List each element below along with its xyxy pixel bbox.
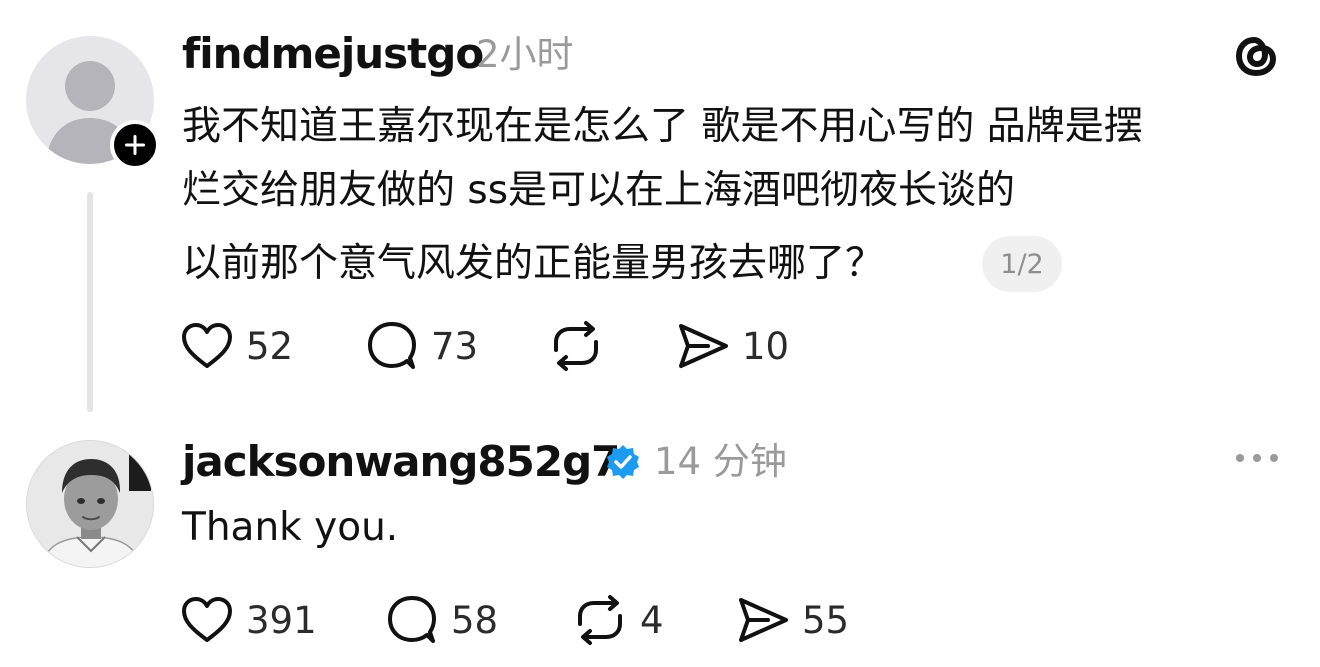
reply-count: 58 [451,598,499,642]
follow-button[interactable] [110,120,160,170]
post-time: 2小时 [476,33,574,76]
like-button[interactable]: 52 [180,318,293,374]
like-count: 391 [246,598,317,642]
page-indicator[interactable]: 1/2 [982,236,1062,292]
comment-icon [368,322,416,369]
send-icon [679,324,728,368]
repost-icon [578,595,622,645]
like-count: 52 [246,324,294,368]
profile-photo [27,441,153,567]
username[interactable]: findmejustgo [182,33,484,75]
heart-icon [182,323,232,368]
post-text-line: 烂交给朋友做的 ss是可以在上海酒吧彻夜长谈的 [182,168,1016,213]
repost-button[interactable]: 4 [572,592,664,648]
post-text: Thank you. [182,505,399,550]
comment-icon [388,596,436,643]
username[interactable]: jacksonwang852g7 [182,441,620,483]
share-count: 55 [802,598,850,642]
reply-button[interactable]: 58 [385,592,498,648]
threads-logo-icon[interactable] [1228,28,1284,89]
verified-badge-icon [604,443,642,486]
repost-icon [554,321,598,371]
reply-button[interactable]: 73 [365,318,478,374]
repost-button[interactable] [548,318,616,374]
share-button[interactable]: 55 [736,592,849,648]
share-count: 10 [742,324,790,368]
thread-line [87,192,93,412]
post-text-line: 我不知道王嘉尔现在是怎么了 歌是不用心写的 品牌是摆 [182,104,1143,149]
reply-count: 73 [431,324,479,368]
post-time: 14 分钟 [654,440,787,483]
send-icon [739,598,788,642]
share-button[interactable]: 10 [676,318,789,374]
user-avatar[interactable] [26,440,154,568]
post-text-line: 以前那个意气风发的正能量男孩去哪了？ [182,241,885,286]
heart-icon [182,597,232,642]
more-options-icon[interactable] [1232,446,1282,475]
plus-icon [125,135,145,155]
repost-count: 4 [640,598,664,642]
like-button[interactable]: 391 [180,592,317,648]
